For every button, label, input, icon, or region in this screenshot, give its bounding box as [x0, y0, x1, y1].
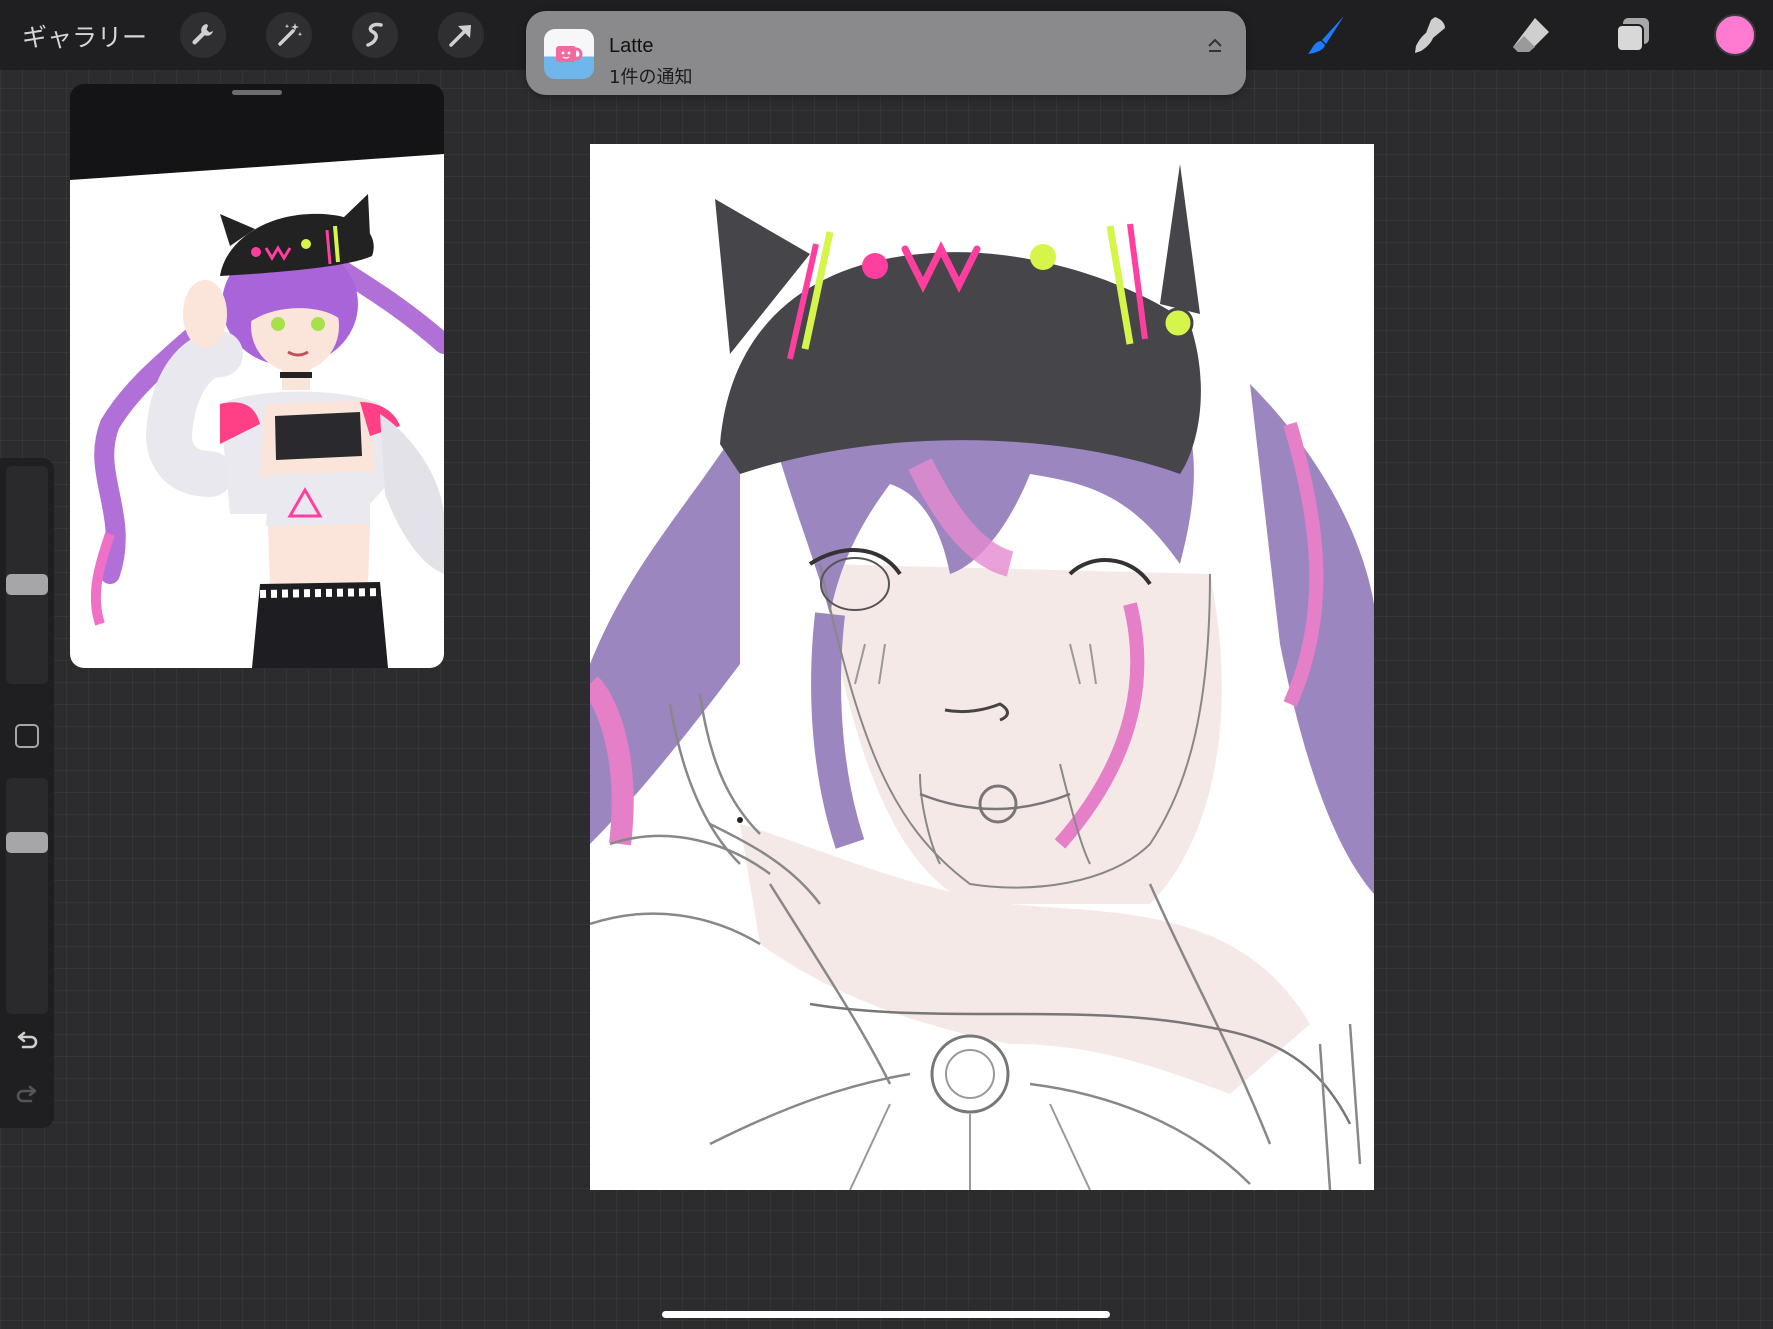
gallery-button[interactable]: ギャラリー [22, 18, 147, 54]
smudge-tool-button[interactable] [1404, 10, 1454, 60]
redo-icon [16, 1085, 37, 1103]
reference-image [70, 154, 444, 668]
brush-opacity-thumb[interactable] [6, 831, 48, 853]
undo-icon [17, 1031, 38, 1049]
notification-message: 1件の通知 [609, 67, 693, 88]
wrench-icon [192, 24, 213, 45]
transform-button[interactable] [438, 12, 484, 58]
brush-tool-button[interactable] [1302, 10, 1352, 60]
magic-wand-icon [278, 23, 303, 46]
selection-icon [366, 22, 383, 47]
redo-button[interactable] [11, 1080, 43, 1112]
layers-button[interactable] [1608, 10, 1658, 60]
brush-size-thumb[interactable] [6, 574, 48, 596]
selection-button[interactable] [352, 12, 398, 58]
modify-square-icon[interactable] [15, 724, 39, 748]
brush-opacity-slider[interactable] [6, 778, 48, 1014]
chevron-up-icon[interactable] [1206, 37, 1224, 55]
drawing-canvas[interactable] [590, 144, 1374, 1190]
left-sidebar [0, 458, 54, 1128]
reference-panel[interactable] [70, 84, 444, 668]
layers-icon [1616, 18, 1649, 52]
color-picker-button[interactable] [1714, 14, 1756, 56]
transform-arrow-icon [449, 25, 471, 47]
sketch-artwork [590, 164, 1374, 1190]
home-indicator[interactable] [662, 1311, 1110, 1318]
brush-icon [1308, 16, 1344, 54]
notification-banner[interactable]: Latte 1件の通知 [526, 11, 1246, 95]
actions-button[interactable] [180, 12, 226, 58]
reference-panel-handle[interactable] [232, 90, 282, 95]
eraser-icon [1513, 18, 1549, 52]
notification-app-name: Latte [609, 35, 654, 57]
latte-app-icon [544, 29, 594, 79]
smudge-icon [1415, 17, 1445, 53]
undo-button[interactable] [11, 1026, 43, 1058]
adjustments-button[interactable] [266, 12, 312, 58]
eraser-tool-button[interactable] [1506, 10, 1556, 60]
